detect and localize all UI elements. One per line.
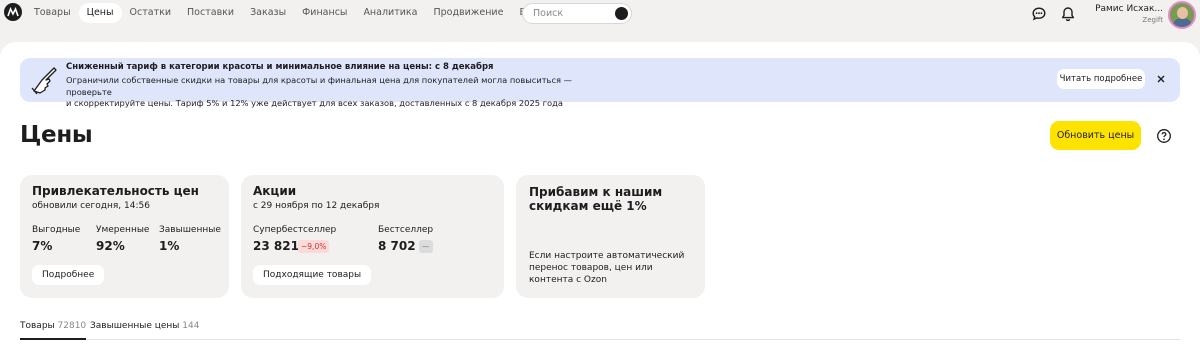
main-content: Сниженный тариф в категории красоты и ми… <box>0 42 1200 348</box>
nav-item-stocks[interactable]: Остатки <box>122 3 180 23</box>
metric-label-bestseller: Бестселлер <box>378 225 434 235</box>
card-subtitle: обновили сегодня, 14:56 <box>32 201 150 211</box>
avatar-face-shape <box>1177 7 1188 19</box>
user-organization: Zegift <box>1142 16 1163 24</box>
metric-value-profitable: 7% <box>32 239 53 253</box>
read-more-button[interactable]: Читать подробнее <box>1057 69 1145 89</box>
tab-count: 72810 <box>57 321 87 331</box>
info-banner: Сниженный тариф в категории красоты и ми… <box>20 58 1180 108</box>
top-navigation-bar: Товары Цены Остатки Поставки Заказы Фина… <box>0 0 1200 42</box>
metric-value-overpriced: 1% <box>159 239 180 253</box>
price-attractiveness-card[interactable]: Привлекательность цен обновили сегодня, … <box>20 175 229 298</box>
search-input[interactable] <box>533 7 611 20</box>
logo-icon[interactable] <box>4 3 22 21</box>
nav-item-finance[interactable]: Финансы <box>294 3 355 23</box>
nav-item-prices[interactable]: Цены <box>78 3 122 23</box>
tab-label: Завышенные цены <box>90 321 180 331</box>
matching-products-button[interactable]: Подходящие товары <box>253 265 372 285</box>
metric-label-superbestseller: Супербестселлер <box>253 225 337 235</box>
details-button[interactable]: Подробнее <box>32 265 105 285</box>
discount-badge: −9,0% <box>298 240 330 253</box>
nav-item-promotion[interactable]: Продвижение <box>425 3 511 23</box>
user-name[interactable]: Рамис Исхак... <box>1095 4 1163 14</box>
card-subtitle: с 29 ноября по 12 декабря <box>253 201 380 211</box>
tab-count: 144 <box>182 321 200 331</box>
nav-item-analytics[interactable]: Аналитика <box>355 3 425 23</box>
banner-text: Ограничили собственные скидки на товары … <box>66 75 586 110</box>
tabs: Товары 72810 Завышенные цены 144 <box>20 318 1180 340</box>
promo-title: Прибавим к нашим скидкам ещё 1% <box>529 185 663 213</box>
nav-item-products[interactable]: Товары <box>26 3 79 23</box>
extra-discount-promo-card[interactable]: Прибавим к нашим скидкам ещё 1% Если нас… <box>516 175 705 298</box>
nav-item-orders[interactable]: Заказы <box>242 3 294 23</box>
metric-label-moderate: Умеренные <box>96 225 150 235</box>
page-title: Цены <box>20 122 93 148</box>
main-nav: Товары Цены Остатки Поставки Заказы Фина… <box>26 3 570 23</box>
bell-icon[interactable] <box>1060 6 1076 22</box>
card-title: Акции <box>253 184 297 198</box>
promo-text: Если настроите автоматический перенос то… <box>529 251 685 285</box>
search-box <box>522 3 632 24</box>
tab-overpriced[interactable]: Завышенные цены 144 <box>90 321 199 340</box>
banner-title: Сниженный тариф в категории красоты и ми… <box>66 62 494 72</box>
tab-products[interactable]: Товары 72810 <box>20 321 87 340</box>
nav-item-supplies[interactable]: Поставки <box>179 3 242 23</box>
discount-badge: — <box>419 240 433 253</box>
close-icon[interactable] <box>1153 71 1169 87</box>
search-icon[interactable] <box>615 7 628 20</box>
help-icon[interactable] <box>1156 128 1172 144</box>
promotions-card[interactable]: Акции с 29 ноября по 12 декабря Супербес… <box>241 175 504 298</box>
banner-text-line: и скорректируйте цены. Тариф 5% и 12% уж… <box>66 98 563 108</box>
avatar-body-shape <box>1173 18 1192 27</box>
metric-value-moderate: 92% <box>96 239 125 253</box>
pointing-hand-icon <box>30 64 58 100</box>
metric-label-profitable: Выгодные <box>32 225 81 235</box>
banner-text-line: Ограничили собственные скидки на товары … <box>66 75 572 97</box>
avatar[interactable] <box>1168 1 1196 29</box>
refresh-prices-button[interactable]: Обновить цены <box>1050 121 1141 150</box>
tab-label: Товары <box>20 321 55 331</box>
metric-label-overpriced: Завышенные <box>159 225 221 235</box>
card-title: Привлекательность цен <box>32 184 199 198</box>
chat-icon[interactable] <box>1031 6 1047 22</box>
